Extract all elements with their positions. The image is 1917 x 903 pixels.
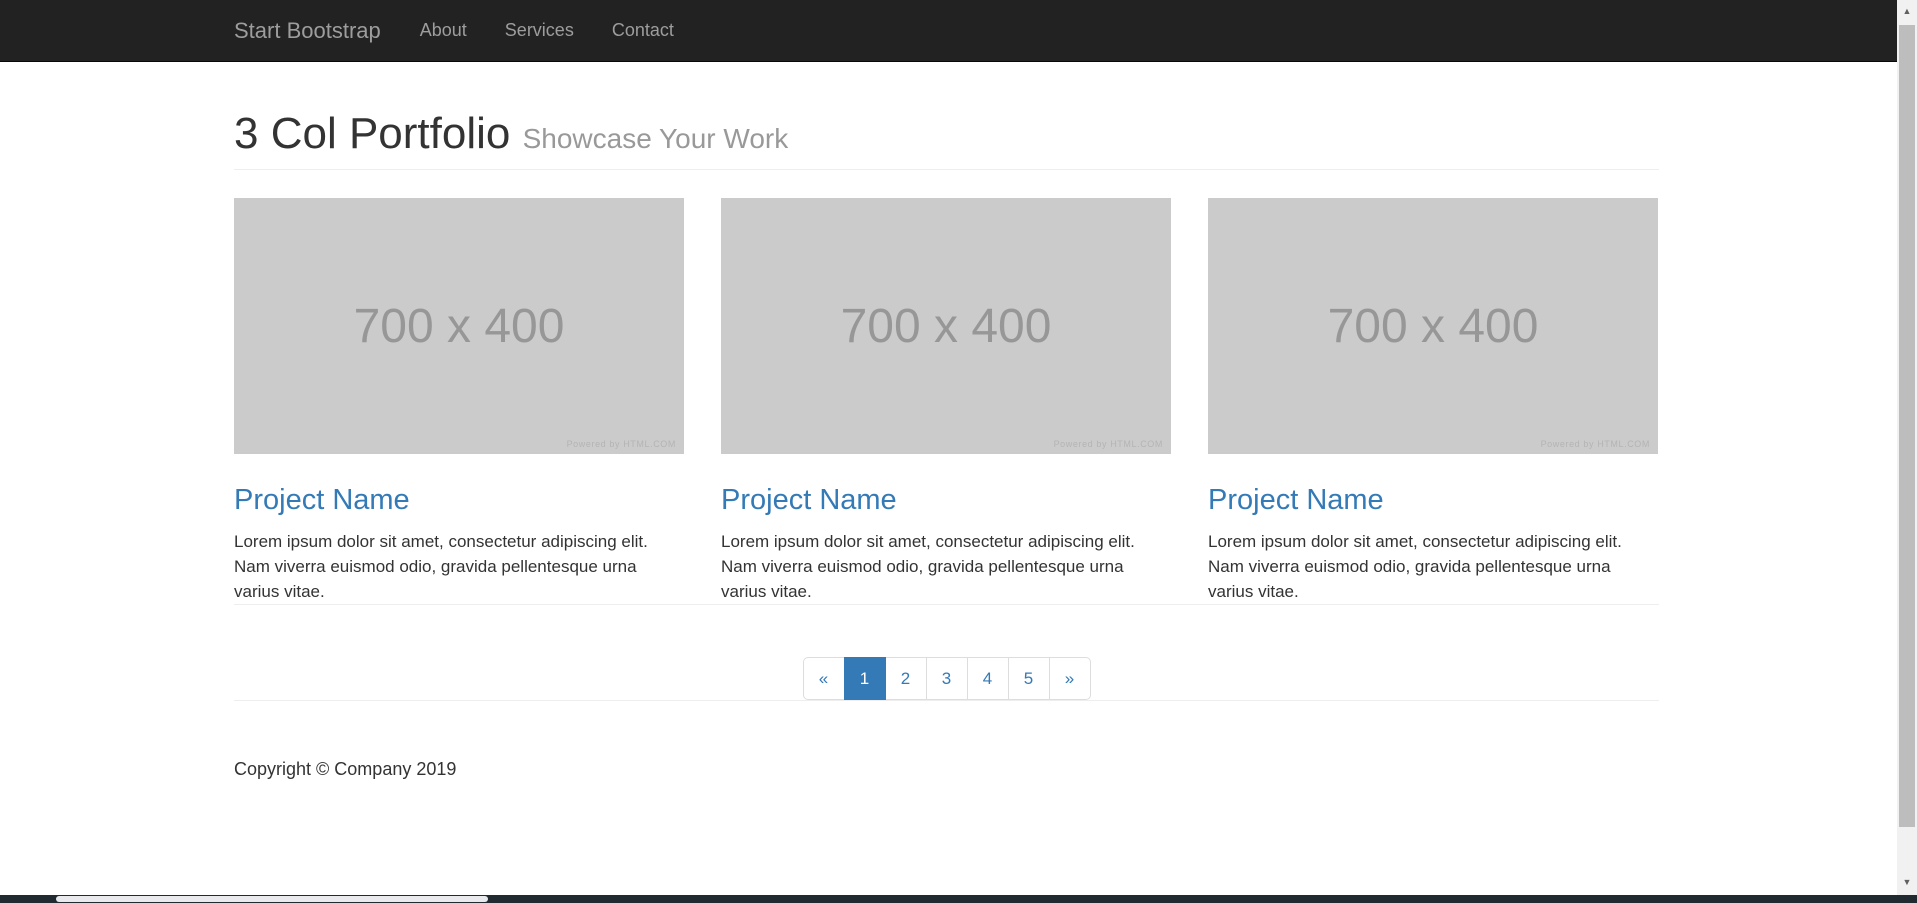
pagination-page-3[interactable]: 3 [926,657,968,700]
scroll-down-icon[interactable]: ▼ [1897,871,1917,893]
vertical-scrollbar-thumb[interactable] [1899,25,1915,827]
navbar-inner: Start Bootstrap About Services Contact [234,0,1897,61]
project-title-link[interactable]: Project Name [721,484,897,517]
project-description: Lorem ipsum dolor sit amet, consectetur … [234,530,684,604]
nav-item-about[interactable]: About [401,0,486,61]
nav-item-services[interactable]: Services [486,0,593,61]
pagination-wrap: « 1 2 3 4 5 » [234,657,1659,700]
pagination-page-2[interactable]: 2 [885,657,927,700]
pagination-page-5[interactable]: 5 [1008,657,1050,700]
footer-copyright: Copyright © Company 2019 [234,759,1659,780]
horizontal-scrollbar[interactable] [0,895,1917,903]
placeholder-dimensions-label: 700 x 400 [1328,299,1539,354]
project-card: 700 x 400 Powered by HTML.COM Project Na… [234,198,684,604]
pagination-next[interactable]: » [1049,657,1091,700]
pagination-page-1[interactable]: 1 [844,657,886,700]
pagination-page-4[interactable]: 4 [967,657,1009,700]
placeholder-dimensions-label: 700 x 400 [841,299,1052,354]
divider [234,700,1659,701]
page-title: 3 Col Portfolio Showcase Your Work [234,110,1659,158]
project-image-placeholder[interactable]: 700 x 400 Powered by HTML.COM [721,198,1171,454]
pagination-prev[interactable]: « [803,657,845,700]
project-title-link[interactable]: Project Name [234,484,410,517]
placeholder-watermark: Powered by HTML.COM [1541,439,1650,449]
placeholder-watermark: Powered by HTML.COM [1054,439,1163,449]
vertical-scrollbar[interactable]: ▲ ▼ [1897,0,1917,895]
project-image-placeholder[interactable]: 700 x 400 Powered by HTML.COM [234,198,684,454]
placeholder-dimensions-label: 700 x 400 [354,299,565,354]
divider [234,604,1659,605]
navbar: Start Bootstrap About Services Contact [0,0,1897,62]
page-title-text: 3 Col Portfolio [234,109,510,158]
pagination: « 1 2 3 4 5 » [803,657,1091,700]
project-card: 700 x 400 Powered by HTML.COM Project Na… [1208,198,1658,604]
main-container: 3 Col Portfolio Showcase Your Work 700 x… [234,62,1659,780]
project-description: Lorem ipsum dolor sit amet, consectetur … [721,530,1171,604]
navbar-brand[interactable]: Start Bootstrap [234,0,381,61]
project-image-placeholder[interactable]: 700 x 400 Powered by HTML.COM [1208,198,1658,454]
scroll-up-icon[interactable]: ▲ [1897,0,1917,22]
page-subtitle: Showcase Your Work [523,123,789,154]
horizontal-scrollbar-thumb[interactable] [56,896,488,902]
project-description: Lorem ipsum dolor sit amet, consectetur … [1208,530,1658,604]
project-title-link[interactable]: Project Name [1208,484,1384,517]
page-header: 3 Col Portfolio Showcase Your Work [234,110,1659,170]
nav-item-contact[interactable]: Contact [593,0,693,61]
project-card: 700 x 400 Powered by HTML.COM Project Na… [721,198,1171,604]
placeholder-watermark: Powered by HTML.COM [567,439,676,449]
projects-row: 700 x 400 Powered by HTML.COM Project Na… [234,198,1659,604]
